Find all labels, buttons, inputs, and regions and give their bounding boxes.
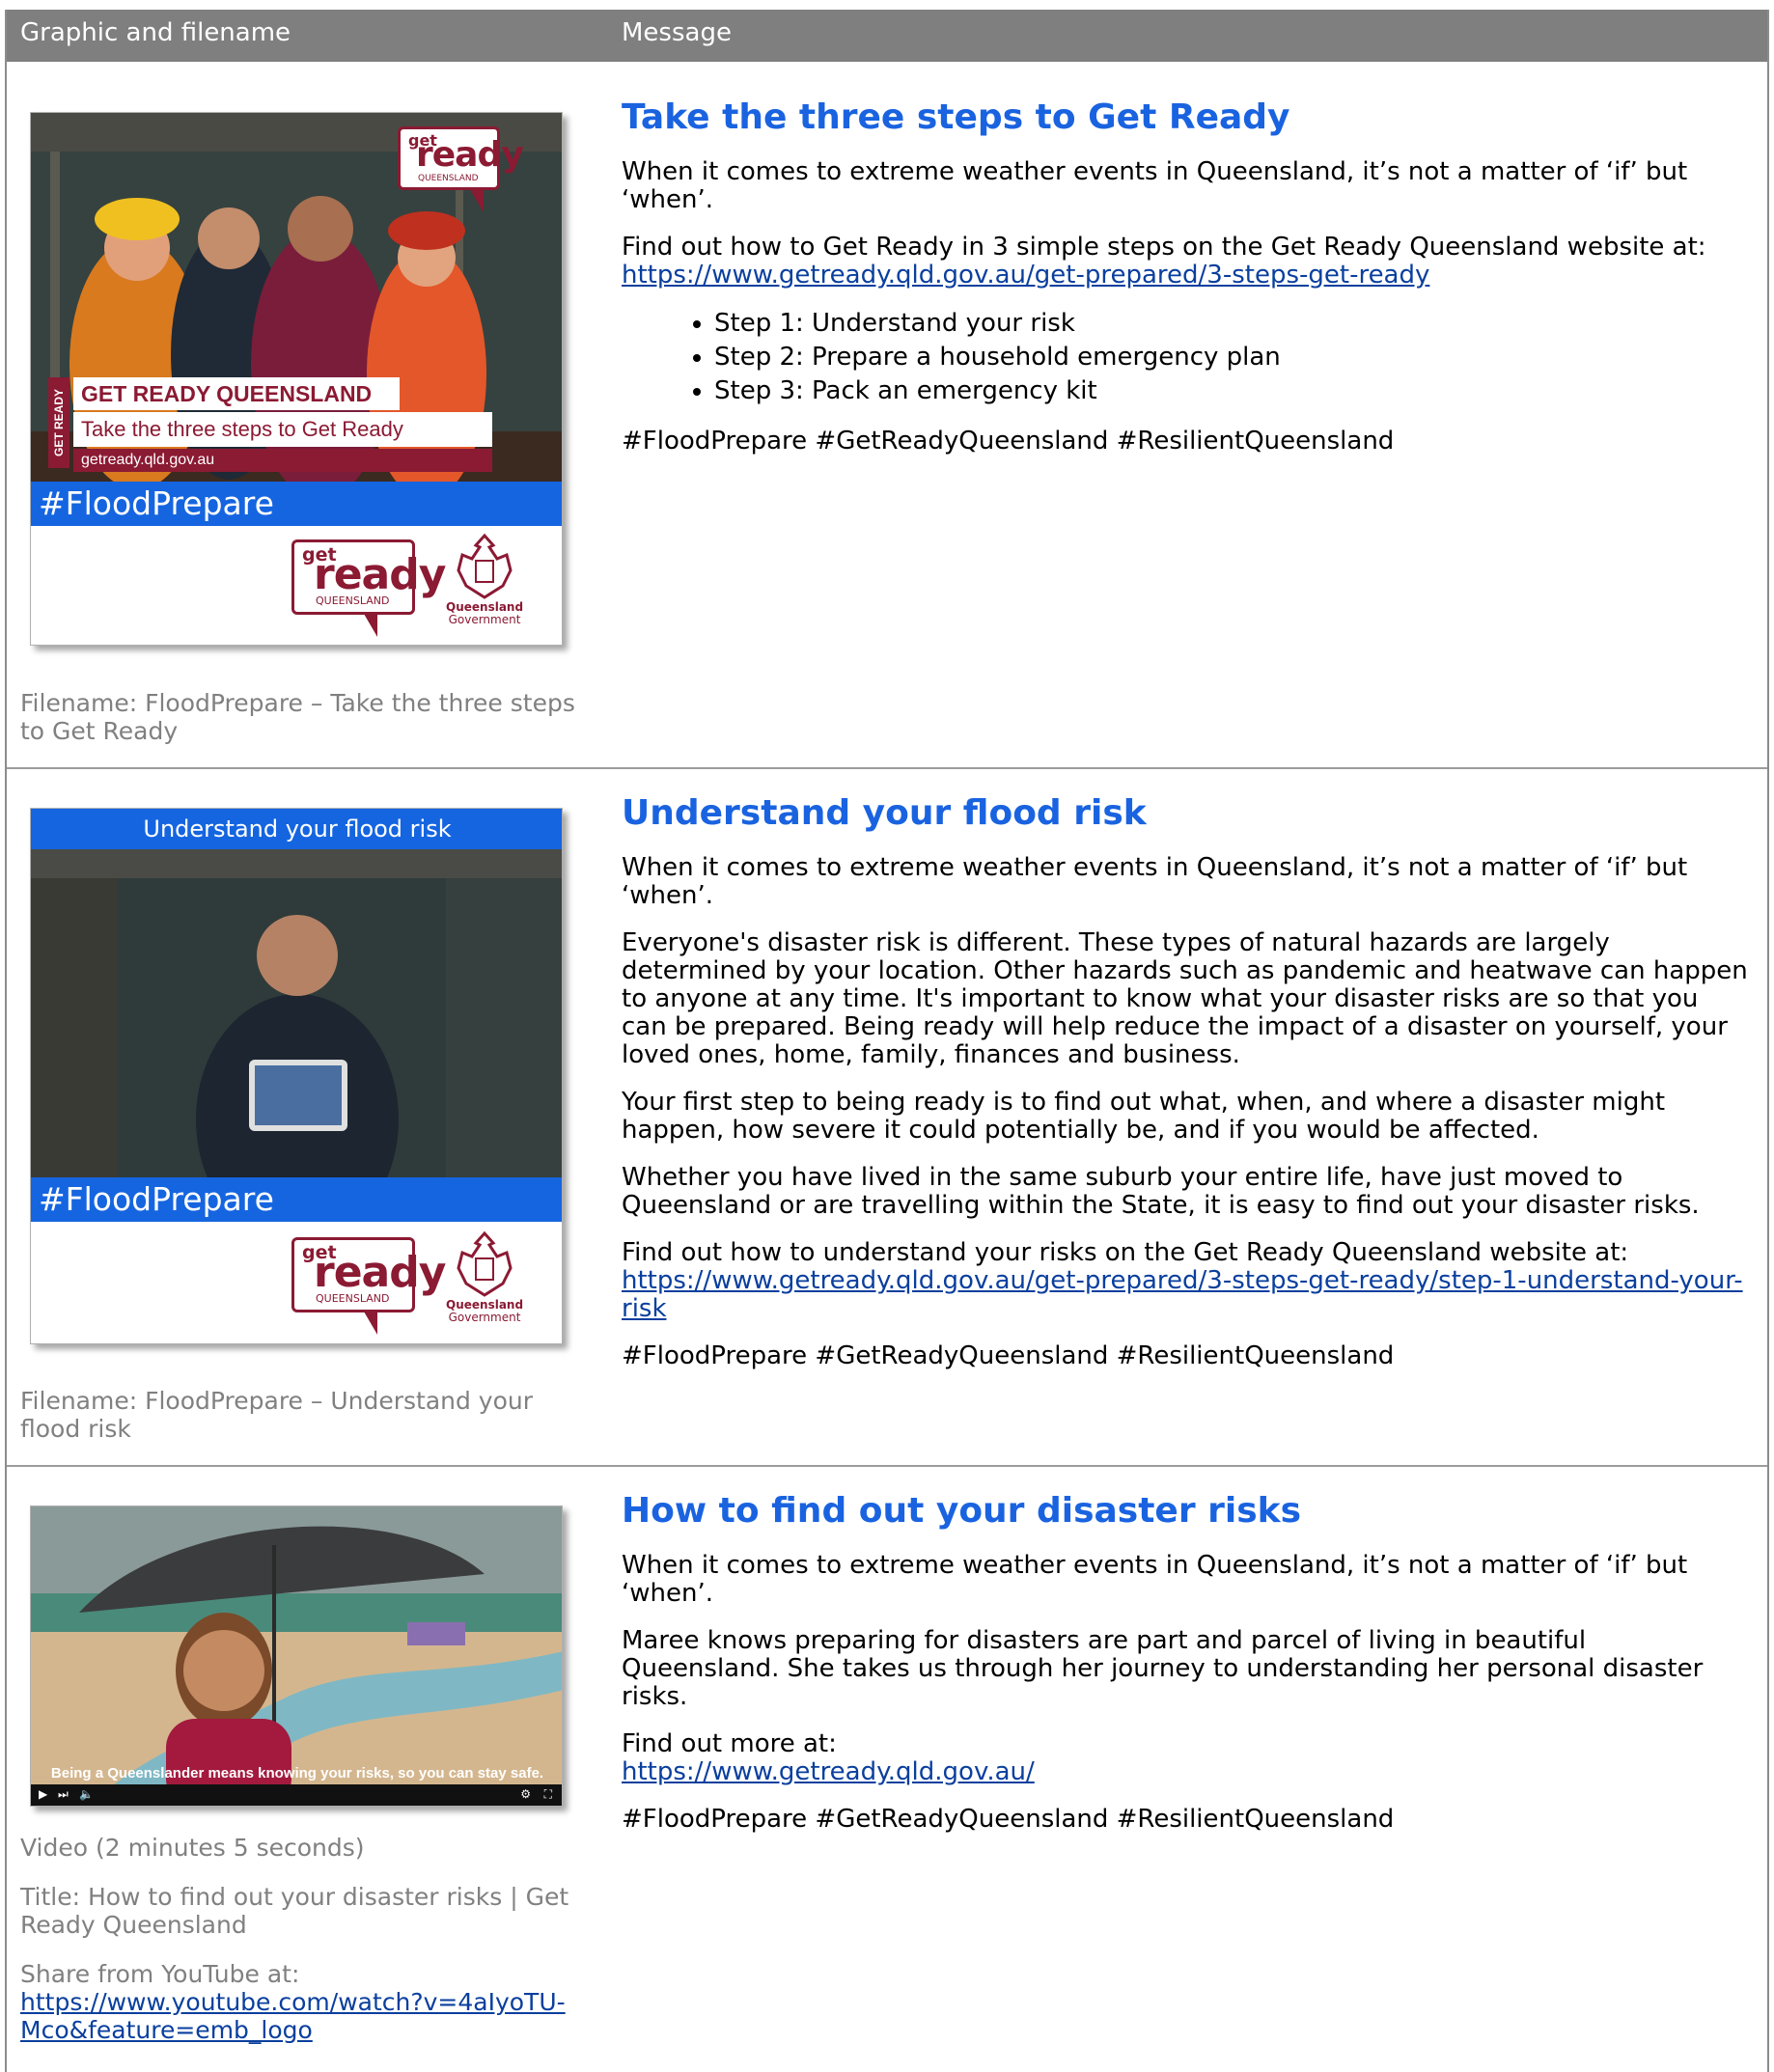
hashtags: #FloodPrepare #GetReadyQueensland #Resil… <box>622 427 1395 456</box>
get-ready-logo: get ready QUEENSLAND <box>291 1237 446 1335</box>
message-cell: Understand your flood risk When it comes… <box>622 792 1751 1390</box>
filename-text: Filename: FloodPrepare – Take the three … <box>20 689 590 766</box>
share-label: Share from YouTube at: <box>20 1960 300 1988</box>
badge-ready-text: ready <box>416 135 524 175</box>
photo-man-with-tablet <box>31 849 562 1177</box>
understand-your-risk-link[interactable]: https://www.getready.qld.gov.au/get-prep… <box>622 1266 1743 1323</box>
queensland-government-crest: Queensland Government <box>446 1229 523 1326</box>
steps-list: Step 1: Understand your risk Step 2: Pre… <box>622 307 1751 408</box>
message-paragraph: Whether you have lived in the same subur… <box>622 1163 1700 1220</box>
top-banner: Understand your flood risk <box>31 809 562 849</box>
message-cell: Take the three steps to Get Ready When i… <box>622 97 1751 475</box>
message-paragraph: Find out more at: https://www.getready.q… <box>622 1730 1751 1786</box>
logo-strip: get ready QUEENSLAND Queensland Governme… <box>31 1222 562 1343</box>
video-length: Video (2 minutes 5 seconds) <box>20 1834 365 1862</box>
hashtag-banner: #FloodPrepare <box>31 482 562 526</box>
logo-ready-text: ready <box>314 1248 446 1297</box>
crest-icon <box>457 1230 513 1297</box>
filename-text: Filename: FloodPrepare – Understand your… <box>20 1387 590 1464</box>
message-paragraph: When it comes to extreme weather events … <box>622 853 1688 910</box>
play-icon[interactable]: ▶ <box>39 1787 47 1801</box>
message-heading: Understand your flood risk <box>622 793 1147 833</box>
logo-queensland-text: QUEENSLAND <box>316 1292 390 1305</box>
header-graphic-and-filename: Graphic and filename <box>20 18 291 47</box>
header-message: Message <box>622 18 732 47</box>
table-row: Being a Queenslander means knowing your … <box>7 1467 1767 2072</box>
filename-label: Filename: FloodPrepare – Take the three … <box>20 689 575 745</box>
crest-icon <box>457 533 513 599</box>
settings-icon[interactable]: ⚙ <box>520 1787 531 1801</box>
get-ready-3-steps-link[interactable]: https://www.getready.qld.gov.au/get-prep… <box>622 261 1429 290</box>
message-cell: How to find out your disaster risks When… <box>622 1490 1751 1853</box>
video-thumbnail[interactable]: Being a Queenslander means knowing your … <box>30 1506 563 1807</box>
message-text: Find out more at: <box>622 1729 837 1758</box>
video-info: Video (2 minutes 5 seconds) Title: How t… <box>20 1834 590 2065</box>
message-paragraph: Find out how to understand your risks on… <box>622 1239 1751 1323</box>
table-header: Graphic and filename Message <box>7 10 1767 62</box>
overlay-subtitle: Take the three steps to Get Ready <box>73 412 492 447</box>
overlay-title: GET READY QUEENSLAND <box>73 377 400 410</box>
crest-label-government: Government <box>448 613 521 626</box>
message-paragraph: Everyone's disaster risk is different. T… <box>622 928 1748 1069</box>
table-row: Understand your flood risk #FloodPrepare… <box>7 769 1767 1467</box>
filename-label: Filename: FloodPrepare – Understand your… <box>20 1387 534 1443</box>
volume-icon[interactable]: 🔈 <box>79 1787 94 1801</box>
message-heading: How to find out your disaster risks <box>622 1491 1302 1531</box>
badge-queensland-text: QUEENSLAND <box>418 174 479 183</box>
table-row: get ready QUEENSLAND GET READY GET READY… <box>7 62 1767 769</box>
video-title: Title: How to find out your disaster ris… <box>20 1883 569 1939</box>
video-player-controls[interactable]: ▶ ⏭ 🔈 ⛶ ⚙ <box>31 1784 562 1806</box>
message-heading: Take the three steps to Get Ready <box>622 97 1290 137</box>
get-ready-logo: get ready QUEENSLAND <box>291 539 446 637</box>
hashtag-banner: #FloodPrepare <box>31 1177 562 1222</box>
logo-strip: get ready QUEENSLAND Queensland Governme… <box>31 526 562 645</box>
logo-queensland-text: QUEENSLAND <box>316 594 390 607</box>
get-ready-website-link[interactable]: https://www.getready.qld.gov.au/ <box>622 1757 1035 1786</box>
list-item: Step 1: Understand your risk <box>714 307 1751 341</box>
message-paragraph: Your first step to being ready is to fin… <box>622 1088 1666 1145</box>
hashtags: #FloodPrepare #GetReadyQueensland #Resil… <box>622 1341 1395 1370</box>
fullscreen-icon[interactable]: ⛶ <box>544 1787 552 1802</box>
youtube-share: Share from YouTube at: https://www.youtu… <box>20 1960 590 2044</box>
message-text: Find out how to Get Ready in 3 simple st… <box>622 233 1706 262</box>
graphic-understand-flood-risk[interactable]: Understand your flood risk #FloodPrepare… <box>30 808 563 1344</box>
message-paragraph: Maree knows preparing for disasters are … <box>622 1626 1704 1711</box>
list-item: Step 3: Pack an emergency kit <box>714 374 1751 408</box>
overlay-vertical-label: GET READY <box>48 377 69 468</box>
list-item: Step 2: Prepare a household emergency pl… <box>714 341 1751 374</box>
video-caption: Being a Queenslander means knowing your … <box>50 1765 544 1782</box>
overlay-url: getready.qld.gov.au <box>73 449 492 472</box>
message-paragraph: When it comes to extreme weather events … <box>622 1551 1688 1608</box>
animated-video-still <box>31 1506 562 1806</box>
crest-label-government: Government <box>448 1311 521 1324</box>
get-ready-badge-logo: get ready QUEENSLAND <box>398 126 524 212</box>
content-table: Graphic and filename Message get ready Q… <box>5 10 1769 2072</box>
graphic-take-three-steps[interactable]: get ready QUEENSLAND GET READY GET READY… <box>30 112 563 646</box>
message-text: Find out how to understand your risks on… <box>622 1238 1629 1267</box>
message-paragraph: When it comes to extreme weather events … <box>622 157 1688 214</box>
message-paragraph: Find out how to Get Ready in 3 simple st… <box>622 234 1751 290</box>
photo-emergency-workers: get ready QUEENSLAND GET READY GET READY… <box>31 113 562 482</box>
logo-ready-text: ready <box>314 550 446 599</box>
next-icon[interactable]: ⏭ <box>58 1787 69 1802</box>
queensland-government-crest: Queensland Government <box>446 532 523 628</box>
hashtags: #FloodPrepare #GetReadyQueensland #Resil… <box>622 1805 1395 1834</box>
youtube-link[interactable]: https://www.youtube.com/watch?v=4aIyoTU-… <box>20 1988 566 2044</box>
